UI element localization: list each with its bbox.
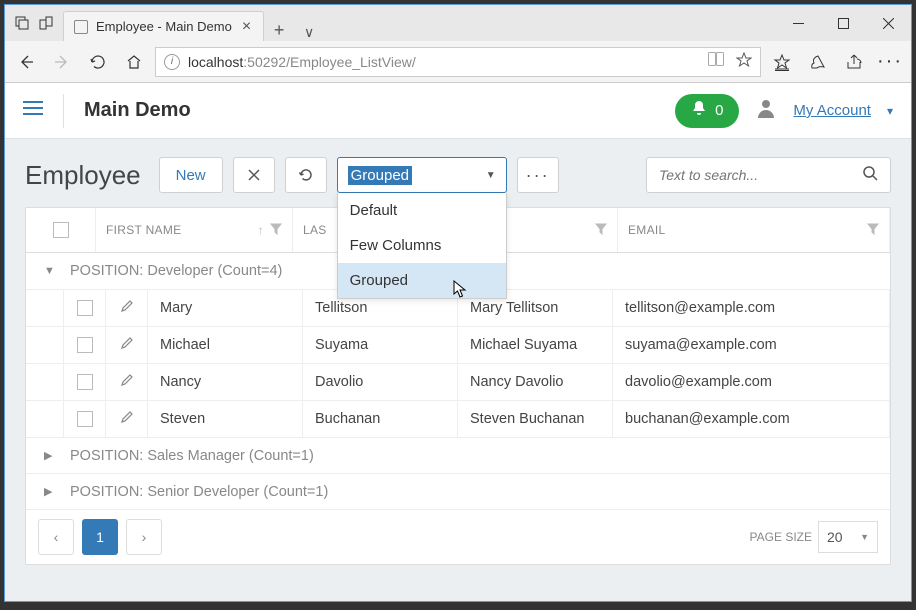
window-controls <box>776 5 911 41</box>
group-label: POSITION: Senior Developer (Count=1) <box>70 484 328 500</box>
url-path: /Employee_ListView/ <box>286 54 416 70</box>
next-page-button[interactable]: › <box>126 519 162 555</box>
refresh-button[interactable] <box>83 47 113 77</box>
edit-icon[interactable] <box>120 373 134 391</box>
search-icon[interactable] <box>862 165 878 186</box>
reload-button[interactable] <box>285 157 327 193</box>
view-select[interactable]: Grouped ▼ Default Few Columns Grouped <box>337 157 507 193</box>
view-select-dropdown: Default Few Columns Grouped <box>337 193 507 299</box>
pager: ‹ 1 › PAGE SIZE 20▼ <box>26 509 890 564</box>
browser-window: Employee - Main Demo × + ∨ i localhost:5… <box>4 4 912 602</box>
view-option-default[interactable]: Default <box>338 193 506 228</box>
filter-icon[interactable] <box>867 223 879 238</box>
page-size-label: PAGE SIZE <box>750 530 812 544</box>
url-host: localhost <box>188 54 243 70</box>
checkbox[interactable] <box>77 337 93 353</box>
checkbox[interactable] <box>77 374 93 390</box>
notification-count: 0 <box>715 102 723 119</box>
window-restore-icon[interactable] <box>39 16 53 30</box>
tab-chevron-icon[interactable]: ∨ <box>294 24 324 41</box>
group-label: POSITION: Developer (Count=4) <box>70 263 282 279</box>
browser-tab[interactable]: Employee - Main Demo × <box>63 11 264 41</box>
close-button[interactable] <box>866 5 911 41</box>
back-button[interactable] <box>11 47 41 77</box>
edit-icon[interactable] <box>120 336 134 354</box>
notifications-button[interactable]: 0 <box>675 94 739 128</box>
page-content: Main Demo 0 My Account ▾ Employee New <box>5 83 911 601</box>
account-link[interactable]: My Account <box>793 102 871 119</box>
table-row[interactable]: Michael Suyama Michael Suyama suyama@exa… <box>26 326 890 363</box>
url-port: :50292 <box>243 54 286 70</box>
header-divider <box>63 94 64 128</box>
new-tab-button[interactable]: + <box>264 20 294 41</box>
group-label: POSITION: Sales Manager (Count=1) <box>70 448 314 464</box>
maximize-button[interactable] <box>821 5 866 41</box>
content-area: Employee New Grouped ▼ Default Few Colum… <box>5 139 911 601</box>
tab-strip: Employee - Main Demo × + ∨ <box>63 5 324 41</box>
page-size-select[interactable]: 20▼ <box>818 521 878 553</box>
hamburger-button[interactable] <box>23 100 43 121</box>
checkbox[interactable] <box>53 222 69 238</box>
view-select-value: Grouped <box>348 166 412 185</box>
titlebar: Employee - Main Demo × + ∨ <box>5 5 911 41</box>
share-button[interactable] <box>839 47 869 77</box>
view-title: Employee <box>25 160 141 191</box>
checkbox[interactable] <box>77 411 93 427</box>
forward-button[interactable] <box>47 47 77 77</box>
home-button[interactable] <box>119 47 149 77</box>
reader-icon[interactable] <box>708 52 724 71</box>
filter-icon[interactable] <box>595 223 607 238</box>
page-icon <box>74 20 88 34</box>
user-icon[interactable] <box>755 97 777 124</box>
app-header: Main Demo 0 My Account ▾ <box>5 83 911 139</box>
minimize-button[interactable] <box>776 5 821 41</box>
site-info-icon[interactable]: i <box>164 54 180 70</box>
clear-button[interactable] <box>233 157 275 193</box>
group-row[interactable]: ▶ POSITION: Senior Developer (Count=1) <box>26 473 890 509</box>
caret-down-icon: ▼ <box>486 170 496 181</box>
new-button[interactable]: New <box>159 157 223 193</box>
url-field[interactable]: i localhost:50292/Employee_ListView/ <box>155 47 761 77</box>
tab-title: Employee - Main Demo <box>96 19 232 34</box>
view-option-few-columns[interactable]: Few Columns <box>338 228 506 263</box>
table-row[interactable]: Nancy Davolio Nancy Davolio davolio@exam… <box>26 363 890 400</box>
favorites-button[interactable] <box>767 47 797 77</box>
address-bar: i localhost:50292/Employee_ListView/ ··· <box>5 41 911 83</box>
edit-icon[interactable] <box>120 299 134 317</box>
overflow-button[interactable]: ··· <box>517 157 559 193</box>
window-cascade-icon[interactable] <box>15 16 29 30</box>
column-email[interactable]: Email <box>618 208 890 252</box>
sort-asc-icon[interactable]: ↑ <box>258 223 264 238</box>
tab-close-button[interactable]: × <box>240 18 253 36</box>
column-first-name[interactable]: First Name↑ <box>96 208 293 252</box>
group-row[interactable]: ▶ POSITION: Sales Manager (Count=1) <box>26 437 890 473</box>
app-name: Main Demo <box>84 99 191 122</box>
more-button[interactable]: ··· <box>875 47 905 77</box>
checkbox[interactable] <box>77 300 93 316</box>
filter-icon[interactable] <box>270 223 282 238</box>
table-row[interactable]: Steven Buchanan Steven Buchanan buchanan… <box>26 400 890 437</box>
prev-page-button[interactable]: ‹ <box>38 519 74 555</box>
favorite-icon[interactable] <box>736 52 752 71</box>
view-option-grouped[interactable]: Grouped <box>338 263 506 298</box>
header-select-all[interactable] <box>26 208 96 252</box>
search-input[interactable] <box>659 167 862 183</box>
caret-down-icon: ▼ <box>860 532 869 542</box>
search-box[interactable] <box>646 157 891 193</box>
expand-icon[interactable]: ▶ <box>44 485 56 498</box>
expand-icon[interactable]: ▶ <box>44 449 56 462</box>
view-toolbar: Employee New Grouped ▼ Default Few Colum… <box>25 157 891 193</box>
bell-icon <box>691 100 707 121</box>
chevron-down-icon[interactable]: ▾ <box>887 104 893 118</box>
page-number[interactable]: 1 <box>82 519 118 555</box>
notes-button[interactable] <box>803 47 833 77</box>
edit-icon[interactable] <box>120 410 134 428</box>
collapse-icon[interactable]: ▼ <box>44 265 56 277</box>
